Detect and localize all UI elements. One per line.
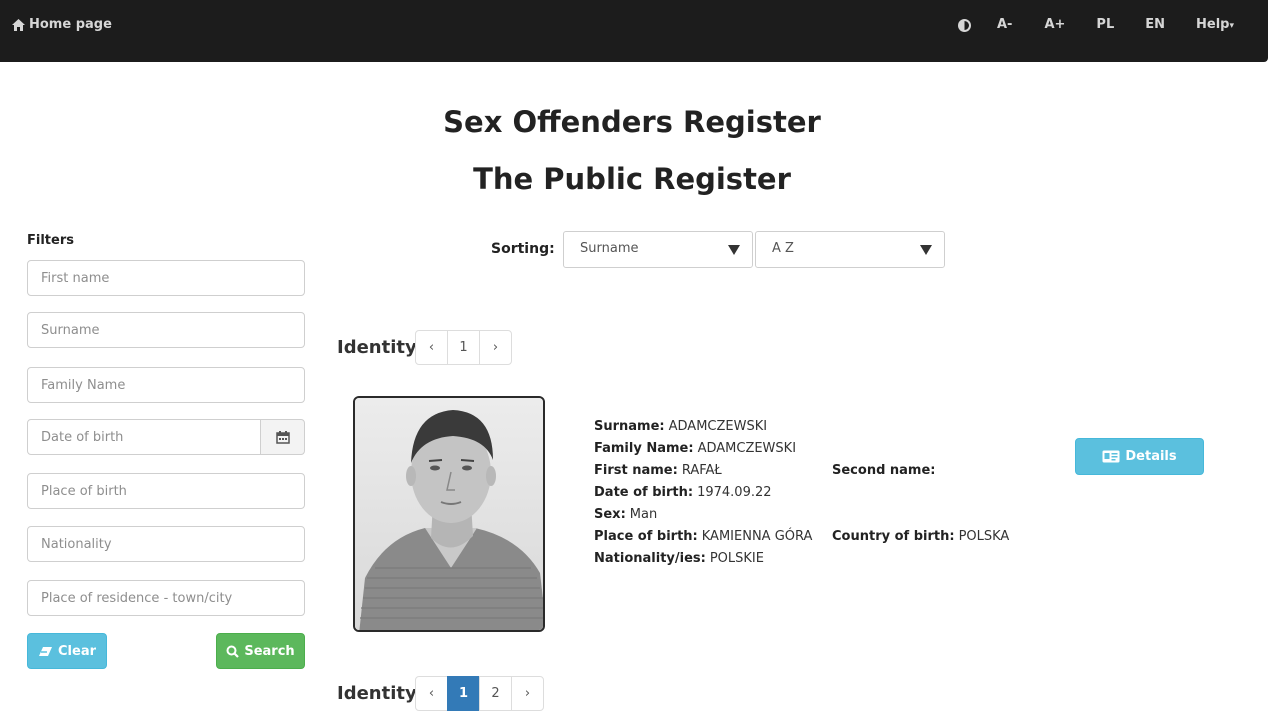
help-menu[interactable]: Help▾ (1196, 17, 1234, 32)
filters-heading: Filters (27, 233, 74, 248)
dob-value: 1974.09.22 (697, 485, 772, 500)
language-en-button[interactable]: EN (1145, 17, 1165, 32)
details-button[interactable]: Details (1075, 438, 1204, 475)
family-name-input[interactable] (27, 367, 305, 403)
search-button[interactable]: Search (216, 633, 305, 669)
pager-prev[interactable]: ‹ (415, 676, 448, 711)
identity-label-bottom: Identity: (337, 683, 424, 704)
pager-bottom: ‹ 1 2 › (415, 676, 544, 711)
pager-next[interactable]: › (511, 676, 544, 711)
second-name-label: Second name: (832, 463, 936, 478)
details-label: Details (1125, 449, 1177, 464)
dropdown-arrow-icon (920, 245, 932, 255)
caret-down-icon: ▾ (1229, 21, 1234, 31)
search-label: Search (244, 643, 295, 659)
calendar-button[interactable] (260, 419, 305, 455)
home-icon (12, 18, 25, 31)
record-dob: Date of birth: 1974.09.22 (594, 485, 772, 500)
pager-top: ‹ 1 › (415, 330, 512, 365)
place-of-birth-input[interactable] (27, 473, 305, 509)
pager-next[interactable]: › (479, 330, 512, 365)
sex-value: Man (629, 507, 658, 522)
identity-label-top: Identity: (337, 337, 424, 358)
nationality-input[interactable] (27, 526, 305, 562)
family-name-value: ADAMCZEWSKI (697, 441, 797, 456)
cob-value: POLSKA (958, 529, 1010, 544)
family-name-label: Family Name: (594, 441, 694, 456)
increase-font-button[interactable]: A+ (1044, 17, 1065, 32)
calendar-icon (275, 430, 290, 444)
pob-label: Place of birth: (594, 529, 698, 544)
decrease-font-button[interactable]: A- (997, 17, 1012, 32)
top-nav-right: A- A+ PL EN Help▾ (955, 17, 1268, 32)
search-icon (226, 645, 240, 658)
portrait-image (355, 398, 543, 630)
clear-button[interactable]: Clear (27, 633, 107, 669)
home-label: Home page (29, 17, 112, 32)
date-of-birth-input[interactable] (27, 419, 261, 455)
record-sex: Sex: Man (594, 507, 657, 522)
cob-label: Country of birth: (832, 529, 955, 544)
pager-page-active[interactable]: 1 (447, 676, 480, 711)
residence-input[interactable] (27, 580, 305, 616)
home-link[interactable]: Home page (12, 17, 112, 32)
pager-page[interactable]: 2 (479, 676, 512, 711)
record-nationality: Nationality/ies: POLSKIE (594, 551, 764, 566)
dob-label: Date of birth: (594, 485, 694, 500)
eraser-icon (39, 646, 52, 656)
contrast-icon (957, 19, 971, 32)
record-surname: Surname: ADAMCZEWSKI (594, 419, 767, 434)
sorting-label: Sorting: (491, 241, 555, 257)
first-name-value: RAFAŁ (681, 463, 722, 478)
nationality-label: Nationality/ies: (594, 551, 706, 566)
surname-input[interactable] (27, 312, 305, 348)
date-of-birth-group (27, 419, 305, 455)
dropdown-arrow-icon (728, 245, 740, 255)
person-photo (353, 396, 545, 632)
clear-label: Clear (58, 643, 96, 659)
sort-order-select[interactable]: A Z (755, 231, 945, 268)
pob-value: KAMIENNA GÓRA (701, 529, 813, 544)
sex-label: Sex: (594, 507, 626, 522)
language-pl-button[interactable]: PL (1096, 17, 1114, 32)
first-name-input[interactable] (27, 260, 305, 296)
sort-field-select[interactable]: Surname (563, 231, 753, 268)
pager-page[interactable]: 1 (447, 330, 480, 365)
record-second-name: Second name: (832, 463, 940, 478)
help-label: Help (1196, 17, 1230, 32)
page-title: Sex Offenders Register (443, 105, 821, 139)
surname-label: Surname: (594, 419, 665, 434)
record-family-name: Family Name: ADAMCZEWSKI (594, 441, 796, 456)
page-subtitle: The Public Register (473, 162, 791, 196)
first-name-label: First name: (594, 463, 678, 478)
pager-prev[interactable]: ‹ (415, 330, 448, 365)
top-navbar: Home page A- A+ PL EN Help▾ (0, 0, 1268, 62)
record-cob: Country of birth: POLSKA (832, 529, 1009, 544)
surname-value: ADAMCZEWSKI (668, 419, 768, 434)
sort-field-value: Surname (580, 241, 639, 256)
sort-order-value: A Z (772, 241, 794, 256)
id-card-icon (1102, 450, 1120, 463)
record-pob: Place of birth: KAMIENNA GÓRA (594, 529, 812, 544)
contrast-toggle[interactable] (955, 17, 977, 32)
nationality-value: POLSKIE (709, 551, 764, 566)
record-first-name: First name: RAFAŁ (594, 463, 722, 478)
